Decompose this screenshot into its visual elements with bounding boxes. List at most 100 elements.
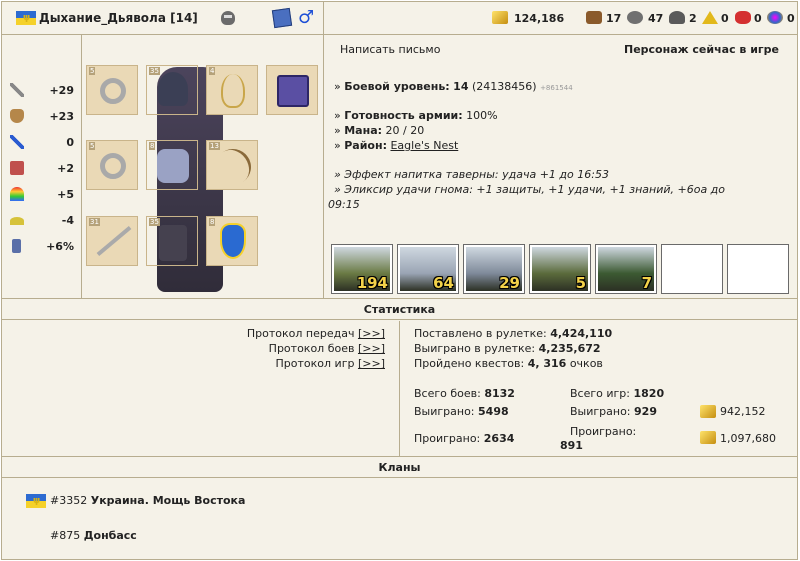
clan-item[interactable]: #3352 Украина. Мощь Востока <box>50 494 245 507</box>
spellpower-icon <box>10 135 24 149</box>
games-lost-gold: 1,097,680 <box>720 432 776 445</box>
quests-done: Пройдено квестов: 4, 316 очков <box>414 357 603 370</box>
clans-title: Кланы <box>2 456 797 478</box>
battle-protocol-link[interactable]: [>>] <box>358 342 385 355</box>
tavern-effect-line: » Эффект напитка таверны: удача +1 до 16… <box>334 168 609 181</box>
wood-icon <box>586 11 602 24</box>
army-slot[interactable] <box>727 244 789 294</box>
army-slot[interactable]: 5 <box>529 244 591 294</box>
clan-item[interactable]: #875 Донбасс <box>50 529 137 542</box>
tome-icon <box>277 75 309 107</box>
gold-amount: 124,186 <box>514 12 565 25</box>
gold-icon <box>700 405 716 418</box>
unit-count: 29 <box>499 274 520 292</box>
roulette-win: Выиграно в рулетке: 4,235,672 <box>414 342 601 355</box>
battles-lost: Проиграно: 2634 <box>414 432 515 445</box>
battles-total: Всего боев: 8132 <box>414 387 515 400</box>
stat-defense: +23 <box>8 106 80 126</box>
skull-icon <box>221 11 235 25</box>
unit-count: 7 <box>641 274 652 292</box>
ring-slot-2[interactable]: 5 <box>86 140 138 190</box>
district-line: » Район: Eagle's Nest <box>334 139 459 152</box>
statistics-panel: Поставлено в рулетке: 4,424,110 Выиграно… <box>400 321 797 456</box>
shield-icon <box>220 223 246 259</box>
header-bar: ψ Дыхание_Дьявола [14] ♂ 124,186 17 47 2… <box>2 2 797 35</box>
ring-slot-1[interactable]: 5 <box>86 65 138 115</box>
write-letter-link[interactable]: Написать письмо <box>340 43 440 56</box>
equipment-panel: 5 35 4 5 8 13 31 35 8 <box>82 35 324 298</box>
army-slot[interactable]: 29 <box>463 244 525 294</box>
clan-flag-icon: ψ <box>16 11 36 25</box>
male-gender-icon: ♂ <box>298 7 315 28</box>
sulfur-amount: 0 <box>721 12 729 25</box>
battles-won: Выиграно: 5498 <box>414 405 509 418</box>
stat-attack: +29 <box>8 80 80 100</box>
morale-icon <box>10 217 24 225</box>
ring-icon <box>100 78 126 104</box>
transfer-protocol-link[interactable]: [>>] <box>358 327 385 340</box>
helmet-slot[interactable]: 35 <box>146 65 198 115</box>
gold-icon <box>492 11 508 24</box>
unit-count: 194 <box>356 274 388 292</box>
luck-icon <box>10 187 24 201</box>
stat-luck: +5 <box>8 184 80 204</box>
boots-slot[interactable]: 35 <box>146 216 198 266</box>
spellbook-icon[interactable] <box>271 7 293 29</box>
armor-slot[interactable]: 8 <box>146 140 198 190</box>
army-slot[interactable] <box>661 244 723 294</box>
games-lost-label: Проиграно: <box>570 425 637 438</box>
battle-protocol: Протокол боев [>>] <box>268 342 385 355</box>
online-status: Персонаж сейчас в игре <box>623 43 779 56</box>
gems-amount: 0 <box>787 12 795 25</box>
protocols-panel: Протокол передач [>>] Протокол боев [>>]… <box>2 321 400 456</box>
statistics-title: Статистика <box>2 298 797 320</box>
unit-count: 64 <box>433 274 454 292</box>
roulette-bet: Поставлено в рулетке: 4,424,110 <box>414 327 613 340</box>
defense-icon <box>10 109 24 123</box>
crystal-icon <box>735 11 751 24</box>
ore-icon <box>627 11 643 24</box>
transfer-protocol: Протокол передач [>>] <box>246 327 385 340</box>
mercury-amount: 2 <box>689 12 697 25</box>
amulet-icon <box>221 74 245 108</box>
hero-name[interactable]: Дыхание_Дьявола [14] <box>39 11 198 25</box>
game-protocol-link[interactable]: [>>] <box>358 357 385 370</box>
games-lost: 891 <box>560 439 583 452</box>
bow-slot[interactable]: 13 <box>206 140 259 193</box>
stat-initiative: +6% <box>8 236 80 256</box>
district-link[interactable]: Eagle's Nest <box>390 139 458 152</box>
gnome-elixir-line: » Эликсир удачи гнома: +1 защиты, +1 уда… <box>334 183 726 196</box>
profile-info-panel: Написать письмо Персонаж сейчас в игре »… <box>324 35 797 298</box>
armor-icon <box>157 149 189 183</box>
unit-count: 5 <box>575 274 586 292</box>
clan-flag-icon: ψ <box>26 494 46 508</box>
games-won-gold: 942,152 <box>720 405 766 418</box>
amulet-slot[interactable]: 4 <box>206 65 258 115</box>
sulfur-icon <box>702 11 718 24</box>
mercury-icon <box>669 11 685 24</box>
weapon-slot[interactable]: 31 <box>86 216 138 266</box>
knowledge-icon <box>10 161 24 175</box>
stat-morale: -4 <box>8 210 80 230</box>
army-readiness-line: » Готовность армии: 100% <box>334 109 498 122</box>
army-slot[interactable]: 64 <box>397 244 459 294</box>
tome-slot[interactable] <box>266 65 318 115</box>
initiative-icon <box>12 239 21 253</box>
games-won: Выиграно: 929 <box>570 405 657 418</box>
army-slot[interactable]: 7 <box>595 244 657 294</box>
shield-slot[interactable]: 8 <box>206 216 258 266</box>
sword-icon <box>96 225 132 257</box>
helmet-icon <box>158 72 188 106</box>
boots-icon <box>159 225 187 261</box>
gnome-elixir-time: 09:15 <box>328 198 360 211</box>
crystal-amount: 0 <box>754 12 762 25</box>
games-total: Всего игр: 1820 <box>570 387 665 400</box>
army-slot[interactable]: 194 <box>331 244 393 294</box>
character-page: ψ Дыхание_Дьявола [14] ♂ 124,186 17 47 2… <box>1 1 798 560</box>
ring-icon <box>100 153 126 179</box>
combat-level-line: » Боевой уровень: 14 (24138456) +861544 <box>334 80 573 93</box>
gold-icon <box>700 431 716 444</box>
gems-icon <box>767 11 783 24</box>
attack-icon <box>10 83 24 97</box>
hero-stats-panel: +29 +23 0 +2 +5 -4 +6% <box>2 35 82 298</box>
